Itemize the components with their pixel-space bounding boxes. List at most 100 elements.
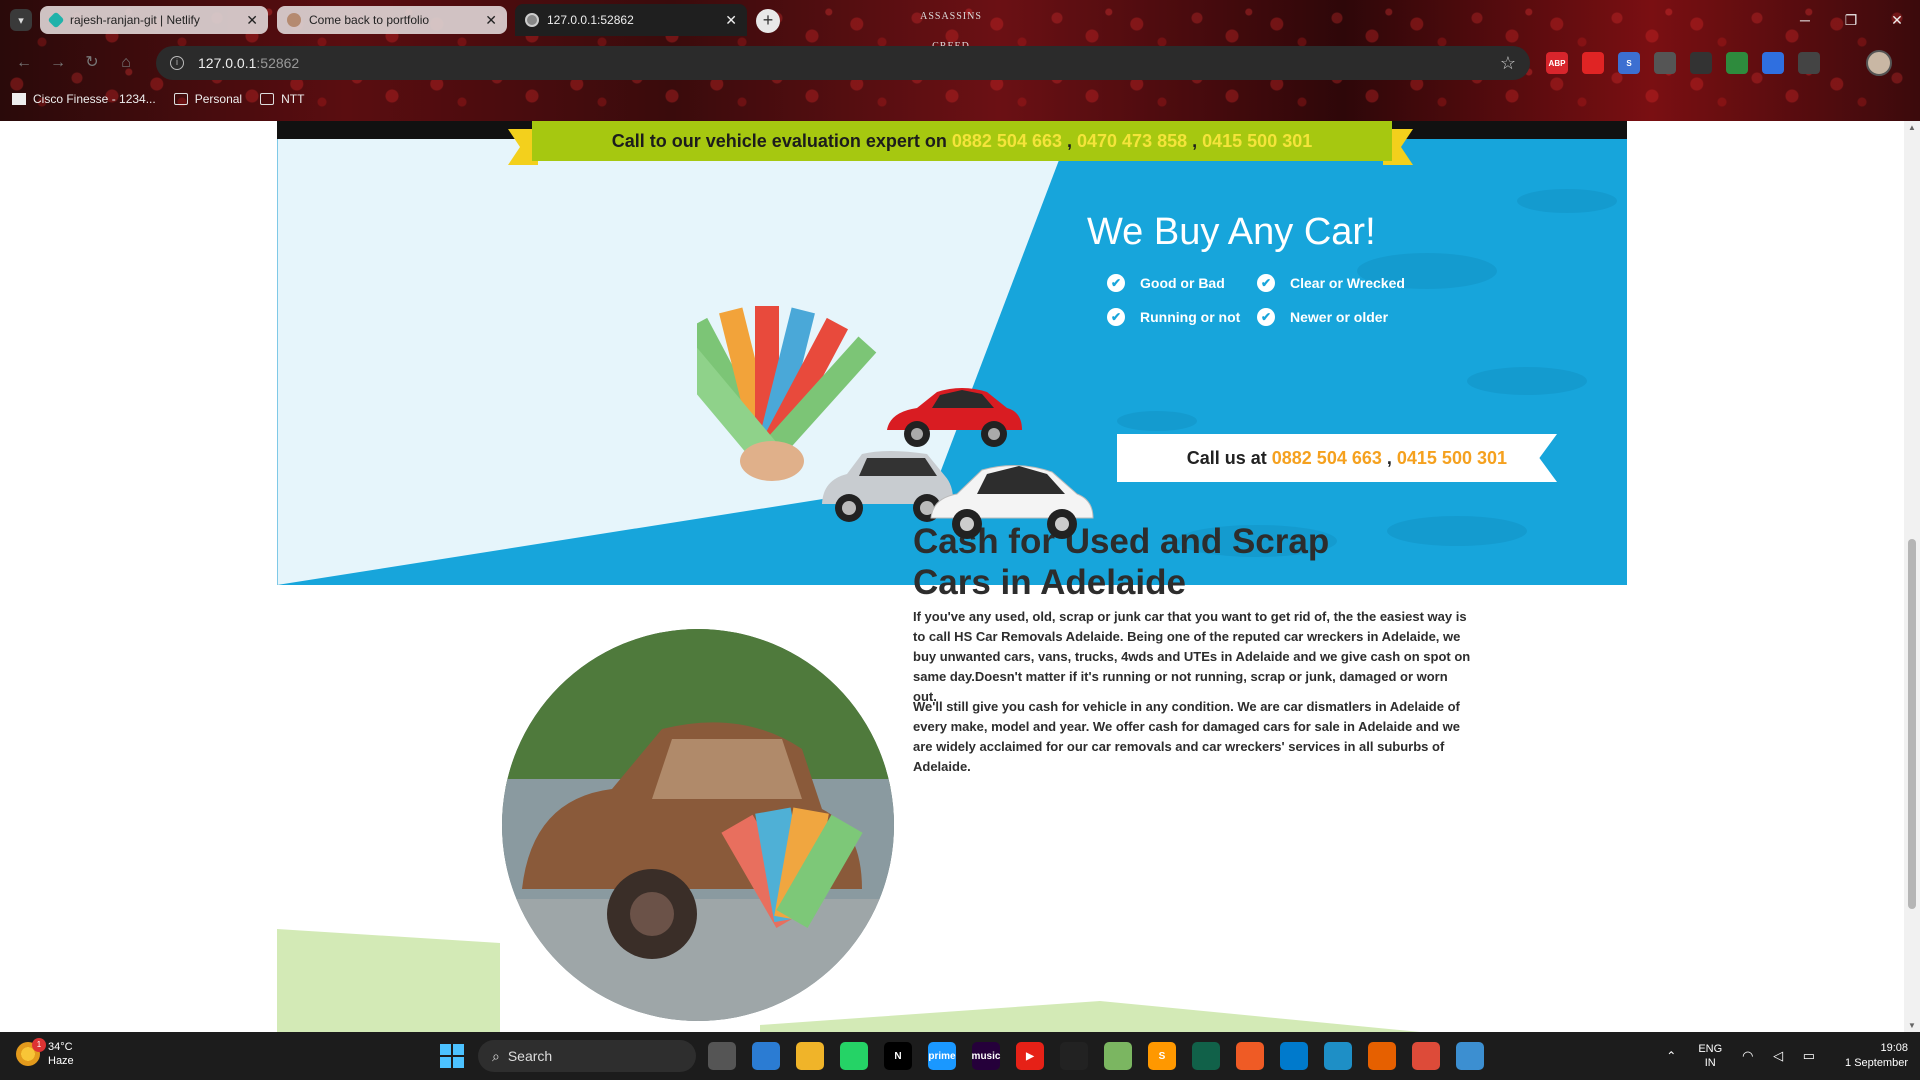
page-viewport: Call to our vehicle evaluation expert on… [0,121,1904,1032]
bookmark-ntt[interactable]: NTT [260,92,304,106]
notification-badge: 1 [32,1038,46,1052]
notepad-icon[interactable] [1104,1042,1132,1070]
separator: , [1061,130,1077,151]
netlify-icon [47,11,65,29]
bookmark-label: Cisco Finesse - 1234... [33,92,156,106]
bookmark-cisco[interactable]: Cisco Finesse - 1234... [12,92,156,106]
feature-label: Clear or Wrecked [1290,275,1405,291]
close-icon[interactable]: ✕ [725,12,737,29]
bookmark-label: NTT [281,92,305,106]
prime-video-icon[interactable]: prime [928,1042,956,1070]
abp-icon[interactable]: ABP [1546,52,1568,74]
phone-link[interactable]: 0415 500 301 [1202,131,1312,152]
new-tab-button[interactable]: + [756,9,780,33]
clock[interactable]: 19:08 1 September [1845,1041,1908,1071]
windows-taskbar: 1 34°C Haze ⌕ Search Nprime music ▶ S ⌃ ENG… [0,1032,1920,1080]
whatsapp-icon[interactable] [840,1042,868,1070]
world-icon[interactable] [1456,1042,1484,1070]
forward-icon[interactable]: → [46,51,70,75]
close-window-icon[interactable]: ✕ [1874,0,1920,40]
clock-time: 19:08 [1880,1042,1908,1054]
tab-netlify[interactable]: rajesh-ranjan-git | Netlify ✕ [40,6,268,34]
mongodb-icon[interactable] [1192,1042,1220,1070]
feature-label: Good or Bad [1140,275,1225,291]
hero-title: We Buy Any Car! [1087,211,1376,253]
close-icon[interactable]: ✕ [485,12,497,29]
language-indicator[interactable]: ENG IN [1698,1042,1722,1070]
restore-icon[interactable]: ❐ [1828,0,1874,40]
postman-icon[interactable] [1236,1042,1264,1070]
task-view-icon[interactable] [708,1042,736,1070]
chrome-icon[interactable] [1412,1042,1440,1070]
feature-item: ✔ Running or not [1107,308,1257,326]
check-icon: ✔ [1257,274,1275,292]
call-expert-ribbon: Call to our vehicle evaluation expert on… [532,121,1392,161]
taskbar-search[interactable]: ⌕ Search [478,1040,696,1072]
weather-condition: Haze [48,1055,74,1067]
bookmark-star-icon[interactable]: ☆ [1500,53,1516,74]
toolbar: ← → ↻ ⌂ i 127.0.0.1:52862 ☆ ABP S [0,44,1920,82]
site-info-icon[interactable]: i [170,56,184,70]
windows-start-icon[interactable] [440,1044,464,1068]
file-explorer-icon[interactable] [796,1042,824,1070]
extensions-area: ABP S [1546,52,1820,74]
phone-link[interactable]: 0415 500 301 [1397,448,1507,469]
tab-strip: ▾ rajesh-ranjan-git | Netlify ✕ Come bac… [0,0,1920,52]
phone-link[interactable]: 0882 504 663 [952,131,1062,152]
feature-label: Newer or older [1290,309,1389,325]
clock-date: 1 September [1845,1057,1908,1069]
address-port: :52862 [256,55,300,71]
phone-link[interactable]: 0882 504 663 [1272,448,1382,469]
profile-avatar[interactable] [1866,50,1892,76]
white-car-image [930,464,1094,539]
section-paragraph: We'll still give you cash for vehicle in… [913,699,1460,774]
react-devtools-icon[interactable] [1690,52,1712,74]
address-bar[interactable]: i 127.0.0.1:52862 ☆ [156,46,1530,80]
call-expert-text: Call to our vehicle evaluation expert on [611,130,947,151]
red-extension-icon[interactable] [1582,52,1604,74]
check-icon: ✔ [1107,274,1125,292]
youtube-icon[interactable]: ▶ [1016,1042,1044,1070]
minimize-icon[interactable]: ─ [1782,0,1828,40]
back-icon[interactable]: ← [12,51,36,75]
home-icon[interactable]: ⌂ [114,51,138,75]
window-controls: ─ ❐ ✕ [1782,0,1920,40]
theme-logo: ASSASSINS CREED [920,11,982,52]
scroll-up-icon[interactable]: ▲ [1908,123,1916,132]
github-icon[interactable] [1060,1042,1088,1070]
call-us-text: Call us at [1186,447,1267,468]
check-icon: ✔ [1257,308,1275,326]
edge-icon[interactable] [1324,1042,1352,1070]
reload-icon[interactable]: ↻ [80,51,104,75]
check-icon: ✔ [1107,308,1125,326]
netflix-icon[interactable]: N [884,1042,912,1070]
scroll-down-icon[interactable]: ▼ [1908,1021,1916,1030]
sublime-icon[interactable]: S [1148,1042,1176,1070]
search-icon: ⌕ [492,1047,500,1064]
folder-icon [260,93,275,105]
close-icon[interactable]: ✕ [246,12,258,29]
vscode-icon[interactable] [1280,1042,1308,1070]
amazon-music-icon[interactable]: music [972,1042,1000,1070]
scrollbar-thumb[interactable] [1908,539,1916,909]
wifi-volume-battery-icons[interactable]: ◠ ◁ ▭ [1742,1048,1823,1064]
bookmark-personal[interactable]: Personal [173,92,242,106]
chevron-up-icon[interactable]: ⌃ [1666,1049,1676,1063]
globe-icon [525,13,539,27]
green-extension-icon[interactable] [1726,52,1748,74]
bookmarks-bar: Cisco Finesse - 1234... Personal NTT [0,88,1920,110]
target-extension-icon[interactable] [1654,52,1676,74]
tab-localhost[interactable]: 127.0.0.1:52862 ✕ [515,4,747,36]
page-scrollbar[interactable]: ▲ ▼ [1904,121,1920,1032]
firefox-icon[interactable] [1368,1042,1396,1070]
tab-portfolio[interactable]: Come back to portfolio ✕ [277,6,507,34]
lang-region: IN [1704,1057,1716,1069]
puzzle-icon[interactable] [1798,52,1820,74]
section-paragraph: If you've any used, old, scrap or junk c… [913,609,1471,704]
weather-widget[interactable]: 1 34°C Haze [16,1038,74,1068]
store-icon[interactable] [752,1042,780,1070]
phone-link[interactable]: 0470 473 858 [1077,131,1187,152]
doc-extension-icon[interactable] [1762,52,1784,74]
s-extension-icon[interactable]: S [1618,52,1640,74]
tab-search-button[interactable]: ▾ [10,9,32,31]
